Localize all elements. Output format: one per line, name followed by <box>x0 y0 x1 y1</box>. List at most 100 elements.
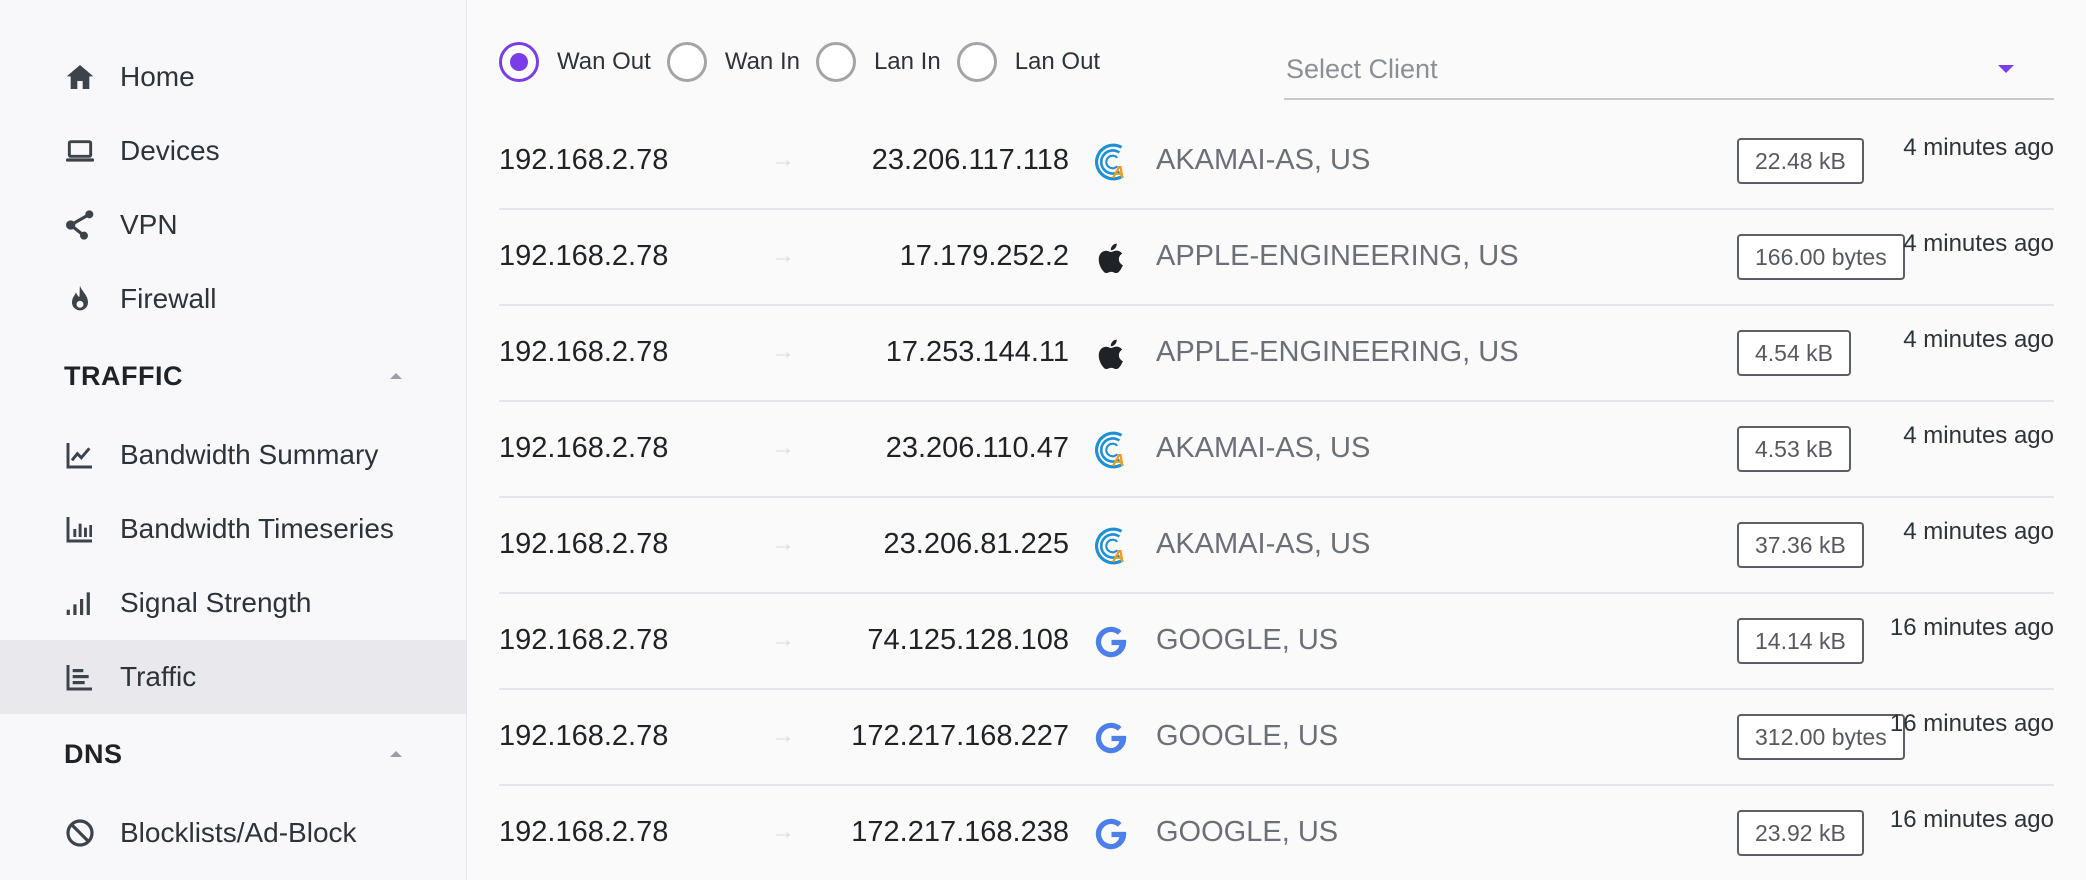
sidebar-item-label: Bandwidth Timeseries <box>120 513 394 544</box>
apple-logo-icon <box>1089 332 1133 376</box>
radio-wan-in[interactable]: Wan In <box>666 42 800 82</box>
section-title: DNS <box>64 738 123 769</box>
organization: AKAMAI-AS, US <box>1156 432 1371 464</box>
table-row[interactable]: 192.168.2.78 → 23.206.110.47 A AKAMAI-AS, US… <box>499 402 2054 498</box>
signal-icon <box>64 587 96 619</box>
section-title: TRAFFIC <box>64 360 183 391</box>
svg-text:A: A <box>1111 546 1125 566</box>
sidebar-item-blocklists[interactable]: Blocklists/Ad-Block <box>0 796 466 870</box>
bytes-badge: 14.14 kB <box>1737 618 1864 664</box>
traffic-list: 192.168.2.78 → 23.206.117.118 A AKAMAI-AS, U… <box>499 114 2054 880</box>
bytes-badge: 4.54 kB <box>1737 330 1851 376</box>
sidebar-item-bandwidth-summary[interactable]: Bandwidth Summary <box>0 418 466 492</box>
table-row[interactable]: 192.168.2.78 → 17.253.144.11 APPLE-ENGINEER… <box>499 306 2054 402</box>
radio-label: Wan In <box>724 48 800 75</box>
section-traffic[interactable]: TRAFFIC <box>0 346 466 406</box>
sidebar-item-devices[interactable]: Devices <box>0 114 466 188</box>
timestamp: 4 minutes ago <box>1903 134 2054 161</box>
destination-ip: 17.253.144.11 <box>885 336 1069 368</box>
bytes-badge: 37.36 kB <box>1737 522 1864 568</box>
organization: AKAMAI-AS, US <box>1156 528 1371 560</box>
destination-ip: 74.125.128.108 <box>867 624 1069 656</box>
source-ip: 192.168.2.78 <box>499 144 669 176</box>
sidebar-item-label: VPN <box>120 209 178 240</box>
source-ip: 192.168.2.78 <box>499 624 669 656</box>
client-select[interactable]: Select Client <box>1284 40 2054 100</box>
google-logo-icon <box>1089 812 1133 856</box>
arrow-right-icon: → <box>771 146 795 173</box>
sidebar-item-label: Firewall <box>120 283 217 314</box>
timestamp: 16 minutes ago <box>1889 710 2054 737</box>
main-content: Wan Out Wan In Lan In Lan Out Select Cli… <box>467 0 2086 880</box>
direction-filter: Wan Out Wan In Lan In Lan Out <box>499 40 1116 84</box>
client-select-placeholder: Select Client <box>1286 53 1438 84</box>
timestamp: 16 minutes ago <box>1889 614 2054 641</box>
arrow-right-icon: → <box>771 242 795 269</box>
arrow-right-icon: → <box>771 338 795 365</box>
sidebar-item-label: Home <box>120 61 195 92</box>
destination-ip: 23.206.117.118 <box>871 144 1069 176</box>
organization: GOOGLE, US <box>1156 624 1339 656</box>
bar-chart-icon <box>64 513 96 545</box>
bytes-badge: 312.00 bytes <box>1737 714 1905 760</box>
destination-ip: 172.217.168.238 <box>851 816 1069 848</box>
organization: APPLE-ENGINEERING, US <box>1156 240 1519 272</box>
chevron-down-icon <box>1998 65 2014 73</box>
source-ip: 192.168.2.78 <box>499 720 669 752</box>
source-ip: 192.168.2.78 <box>499 336 669 368</box>
timestamp: 4 minutes ago <box>1903 326 2054 353</box>
sidebar-item-bandwidth-timeseries[interactable]: Bandwidth Timeseries <box>0 492 466 566</box>
timestamp: 16 minutes ago <box>1889 806 2054 833</box>
organization: GOOGLE, US <box>1156 816 1339 848</box>
destination-ip: 23.206.110.47 <box>885 432 1069 464</box>
table-row[interactable]: 192.168.2.78 → 172.217.168.238 GOOGLE, US 23… <box>499 786 2054 880</box>
chevron-up-icon <box>390 751 402 757</box>
sidebar: Home Devices VPN Firewall TRAFFIC Bandwi… <box>0 0 467 880</box>
source-ip: 192.168.2.78 <box>499 240 669 272</box>
line-chart-icon <box>64 439 96 471</box>
sidebar-item-vpn[interactable]: VPN <box>0 188 466 262</box>
sidebar-item-label: Traffic <box>120 661 197 692</box>
radio-wan-out[interactable]: Wan Out <box>499 42 651 82</box>
radio-label: Wan Out <box>557 48 651 75</box>
sidebar-item-label: Blocklists/Ad-Block <box>120 817 357 848</box>
laptop-icon <box>64 135 96 167</box>
section-dns[interactable]: DNS <box>0 724 466 784</box>
destination-ip: 17.179.252.2 <box>899 240 1069 272</box>
akamai-logo-icon: A <box>1089 428 1133 472</box>
block-icon <box>64 817 96 849</box>
source-ip: 192.168.2.78 <box>499 816 669 848</box>
table-row[interactable]: 192.168.2.78 → 17.179.252.2 APPLE-ENGINEERI… <box>499 210 2054 306</box>
apple-logo-icon <box>1089 236 1133 280</box>
sidebar-item-label: Bandwidth Summary <box>120 439 379 470</box>
sidebar-item-signal-strength[interactable]: Signal Strength <box>0 566 466 640</box>
arrow-right-icon: → <box>771 626 795 653</box>
organization: APPLE-ENGINEERING, US <box>1156 336 1519 368</box>
radio-lan-in[interactable]: Lan In <box>815 42 941 82</box>
sidebar-item-traffic[interactable]: Traffic <box>0 640 466 714</box>
table-row[interactable]: 192.168.2.78 → 172.217.168.227 GOOGLE, US 31… <box>499 690 2054 786</box>
svg-text:A: A <box>1111 450 1125 470</box>
bytes-badge: 22.48 kB <box>1737 138 1864 184</box>
arrow-right-icon: → <box>771 434 795 461</box>
akamai-logo-icon: A <box>1089 524 1133 568</box>
timestamp: 4 minutes ago <box>1903 518 2054 545</box>
bytes-badge: 166.00 bytes <box>1737 234 1905 280</box>
bytes-badge: 23.92 kB <box>1737 810 1864 856</box>
organization: GOOGLE, US <box>1156 720 1339 752</box>
flame-icon <box>64 283 96 315</box>
destination-ip: 172.217.168.227 <box>851 720 1069 752</box>
timestamp: 4 minutes ago <box>1903 422 2054 449</box>
svg-text:A: A <box>1111 162 1125 182</box>
arrow-right-icon: → <box>771 722 795 749</box>
sidebar-item-home[interactable]: Home <box>0 40 466 114</box>
table-row[interactable]: 192.168.2.78 → 23.206.117.118 A AKAMAI-AS, U… <box>499 114 2054 210</box>
google-logo-icon <box>1089 716 1133 760</box>
sidebar-item-firewall[interactable]: Firewall <box>0 262 466 336</box>
akamai-logo-icon: A <box>1089 140 1133 184</box>
radio-lan-out[interactable]: Lan Out <box>956 42 1100 82</box>
table-row[interactable]: 192.168.2.78 → 74.125.128.108 GOOGLE, US 14.… <box>499 594 2054 690</box>
traffic-chart-icon <box>64 661 96 693</box>
source-ip: 192.168.2.78 <box>499 432 669 464</box>
table-row[interactable]: 192.168.2.78 → 23.206.81.225 A AKAMAI-AS, US… <box>499 498 2054 594</box>
